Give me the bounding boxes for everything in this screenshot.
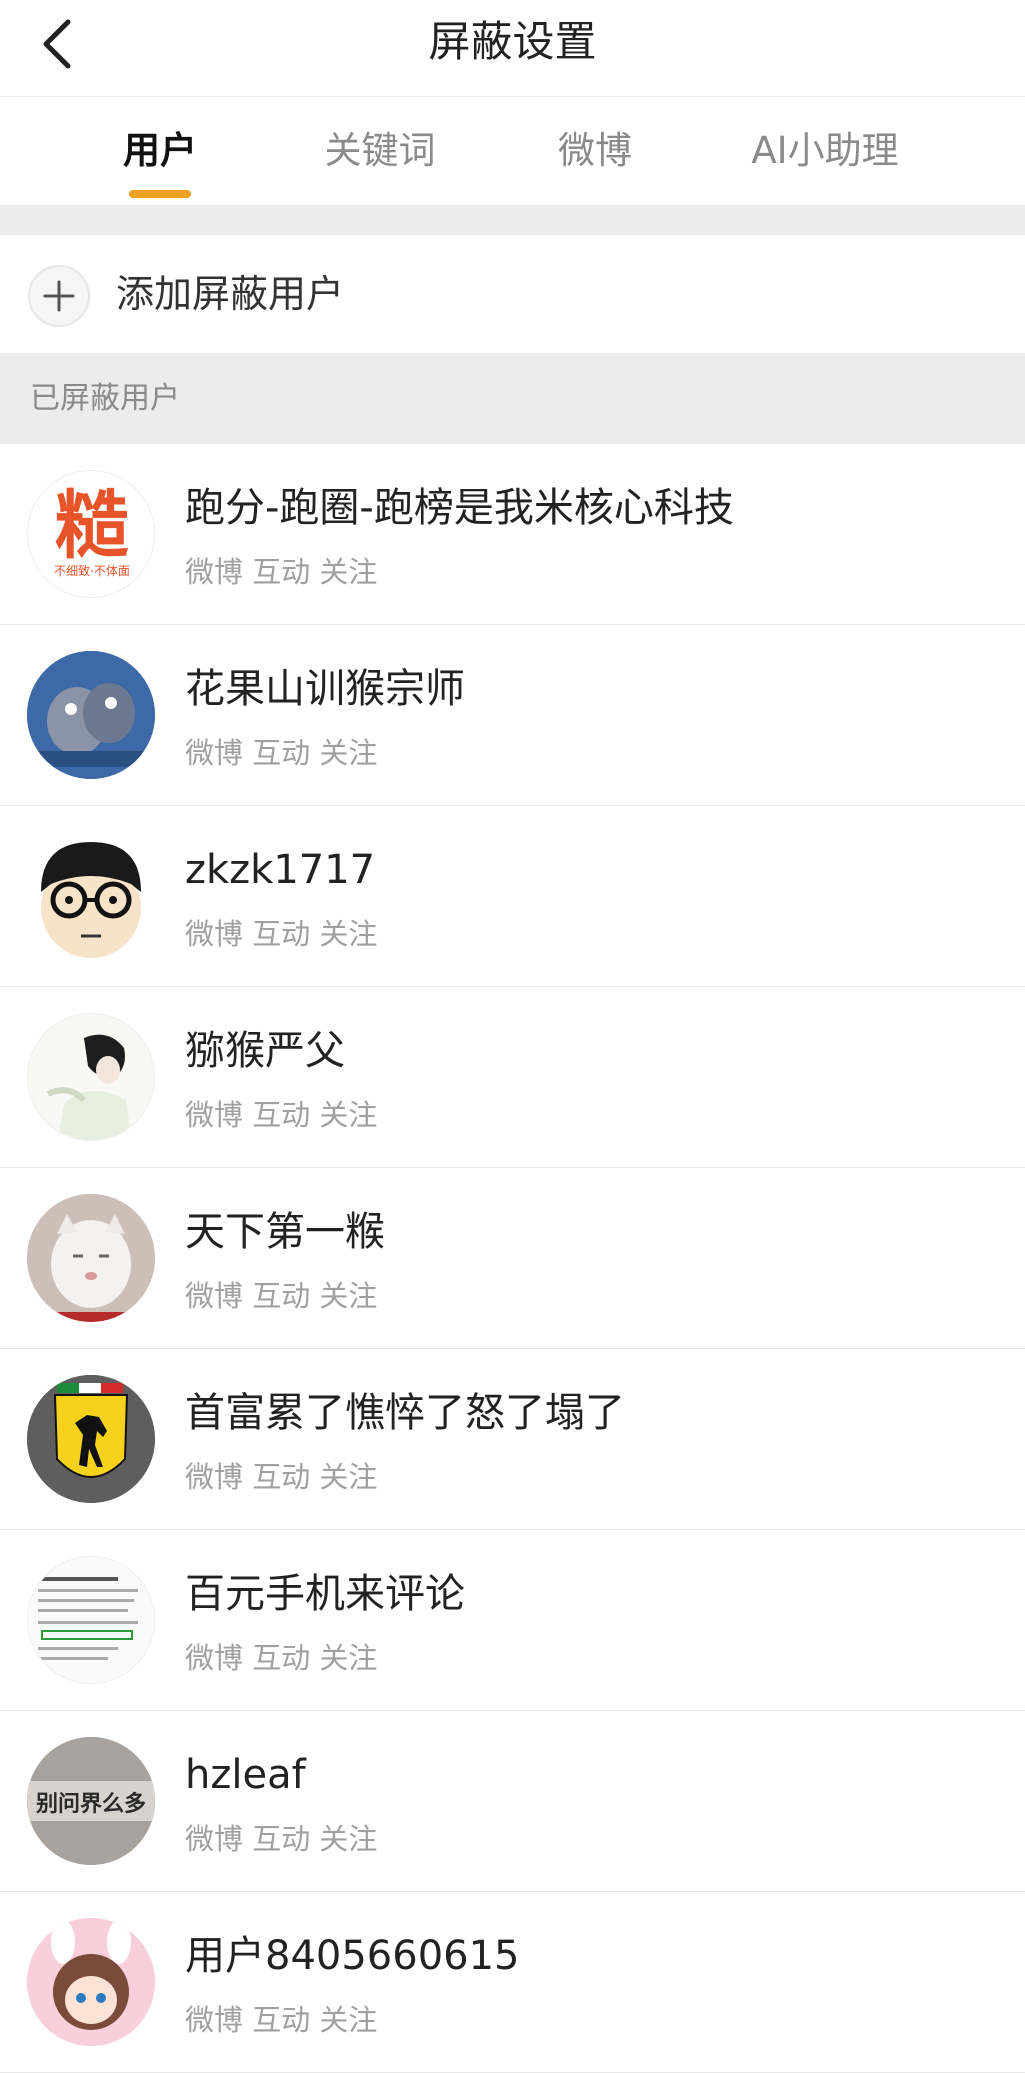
user-name: 花果山训猴宗师 <box>185 666 465 712</box>
tab-weibo[interactable]: 微博 <box>540 97 650 205</box>
user-name: 用户8405660615 <box>185 1933 520 1979</box>
divider-strip <box>0 205 1025 235</box>
user-name: 猕猴严父 <box>185 1028 345 1074</box>
user-name: hzleaf <box>185 1752 306 1798</box>
list-item[interactable]: 别问界么多 hzleaf 微博 互动 关注 <box>0 1711 1025 1892</box>
avatar <box>27 1013 155 1141</box>
list-item[interactable]: 用户8405660615 微博 互动 关注 <box>0 1892 1025 2073</box>
avatar <box>27 651 155 779</box>
list-item[interactable]: 百元手机来评论 微博 互动 关注 <box>0 1530 1025 1711</box>
user-block-scope: 微博 互动 关注 <box>185 736 378 770</box>
user-block-scope: 微博 互动 关注 <box>185 1098 378 1132</box>
blocked-users-section-header: 已屏蔽用户 <box>0 353 1025 444</box>
list-item[interactable]: 天下第一糇 微博 互动 关注 <box>0 1168 1025 1349</box>
user-block-scope: 微博 互动 关注 <box>185 1822 378 1856</box>
avatar <box>27 1194 155 1322</box>
user-block-scope: 微博 互动 关注 <box>185 917 378 951</box>
plus-icon <box>28 265 90 327</box>
active-tab-indicator <box>129 190 191 198</box>
title-bar: 屏蔽设置 <box>0 0 1025 97</box>
user-block-scope: 微博 互动 关注 <box>185 555 378 589</box>
avatar-text: 糙 <box>55 483 129 569</box>
page-title: 屏蔽设置 <box>428 17 597 66</box>
list-item[interactable]: 猕猴严父 微博 互动 关注 <box>0 987 1025 1168</box>
avatar <box>27 832 155 960</box>
user-block-scope: 微博 互动 关注 <box>185 1460 378 1494</box>
user-name: 天下第一糇 <box>185 1209 385 1255</box>
user-name: 百元手机来评论 <box>185 1571 465 1617</box>
list-item[interactable]: zkzk1717 微博 互动 关注 <box>0 806 1025 987</box>
user-name: 首富累了憔悴了怒了塌了 <box>185 1390 625 1436</box>
tab-keywords[interactable]: 关键词 <box>310 97 450 205</box>
user-name: 跑分-跑圈-跑榜是我米核心科技 <box>185 485 734 531</box>
avatar: 糙 不细致·不体面 <box>27 470 155 598</box>
avatar-text: 别问界么多 <box>35 1791 146 1817</box>
tab-ai-assistant[interactable]: AI小助理 <box>740 97 910 205</box>
list-item[interactable]: 糙 不细致·不体面 跑分-跑圈-跑榜是我米核心科技 微博 互动 关注 <box>0 444 1025 625</box>
avatar <box>27 1918 155 2046</box>
avatar <box>27 1556 155 1684</box>
user-block-scope: 微博 互动 关注 <box>185 2003 378 2037</box>
list-item[interactable]: 首富累了憔悴了怒了塌了 微博 互动 关注 <box>0 1349 1025 1530</box>
user-block-scope: 微博 互动 关注 <box>185 1279 378 1313</box>
blocked-user-list: 糙 不细致·不体面 跑分-跑圈-跑榜是我米核心科技 微博 互动 关注 花果山训猴… <box>0 444 1025 2073</box>
user-block-scope: 微博 互动 关注 <box>185 1641 378 1675</box>
add-blocked-user-row[interactable]: 添加屏蔽用户 <box>0 235 1025 353</box>
tab-bar: 用户 关键词 微博 AI小助理 <box>0 97 1025 205</box>
user-name: zkzk1717 <box>185 847 376 893</box>
list-item[interactable]: 花果山训猴宗师 微博 互动 关注 <box>0 625 1025 806</box>
avatar <box>27 1375 155 1503</box>
add-blocked-user-label: 添加屏蔽用户 <box>116 272 345 316</box>
section-title: 已屏蔽用户 <box>30 381 180 416</box>
tab-users[interactable]: 用户 <box>100 97 220 205</box>
avatar: 别问界么多 <box>27 1737 155 1865</box>
avatar-subtext: 不细致·不体面 <box>54 564 130 578</box>
